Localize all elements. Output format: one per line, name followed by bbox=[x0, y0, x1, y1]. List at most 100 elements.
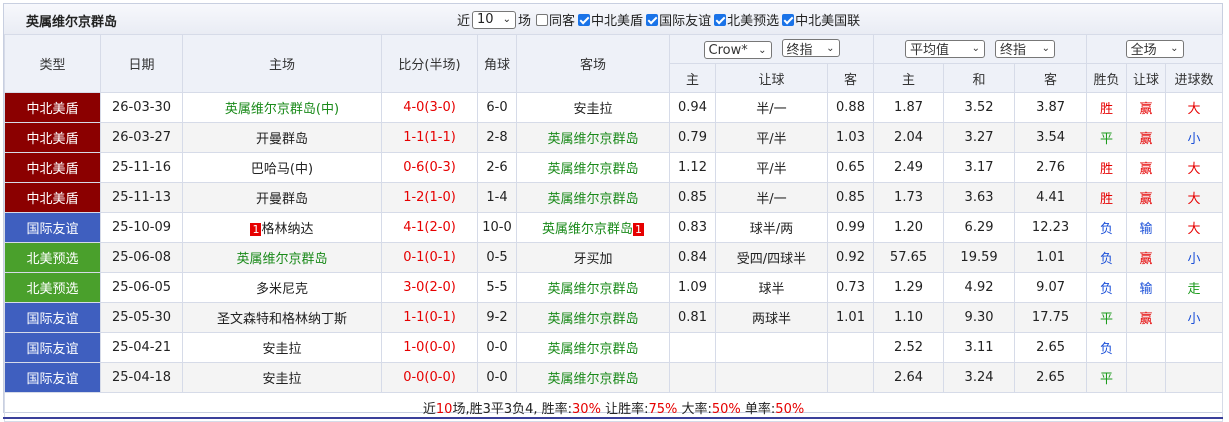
result-cell: 胜 bbox=[1086, 152, 1128, 183]
home-team-cell[interactable]: 英属维尔京群岛 bbox=[182, 242, 382, 273]
home-team-name: 格林纳达 bbox=[261, 222, 314, 237]
euro-draw-odds: 19.59 bbox=[943, 242, 1016, 273]
away-team-cell[interactable]: 英属维尔京群岛 bbox=[516, 302, 670, 333]
league-checkbox-4[interactable] bbox=[782, 13, 795, 26]
away-team-cell[interactable]: 安圭拉 bbox=[516, 92, 670, 123]
away-team-cell[interactable]: 英属维尔京群岛 bbox=[516, 362, 670, 393]
league-checkbox-1[interactable] bbox=[578, 13, 591, 26]
handicap-line: 球半 bbox=[715, 272, 828, 303]
handicap-line: 球半/两 bbox=[715, 212, 828, 243]
sub-h-away: 客 bbox=[826, 63, 875, 93]
league-cell[interactable]: 国际友谊 bbox=[4, 302, 101, 333]
home-team-cell[interactable]: 多米尼克 bbox=[182, 272, 382, 303]
handicap-away-odds: 0.73 bbox=[826, 272, 875, 303]
table-row[interactable]: 中北美盾 26-03-30 英属维尔京群岛(中) 4-0(3-0) 6-0 安圭拉 0.94… bbox=[4, 92, 1224, 123]
league-checkbox-2[interactable] bbox=[646, 13, 659, 26]
away-team-name: 英属维尔京群岛 bbox=[547, 312, 639, 327]
away-team-cell[interactable]: 英属维尔京群岛 bbox=[516, 272, 670, 303]
same-venue-checkbox[interactable] bbox=[536, 13, 549, 26]
home-team-cell[interactable]: 巴哈马(中) bbox=[182, 152, 382, 183]
league-cell[interactable]: 中北美盾 bbox=[4, 122, 101, 153]
league-cell[interactable]: 国际友谊 bbox=[4, 332, 101, 363]
half-score: (0-0) bbox=[424, 340, 456, 355]
table-row[interactable]: 北美预选 25-06-08 英属维尔京群岛 0-1(0-1) 0-5 牙买加 0.84 受四/… bbox=[4, 242, 1224, 273]
team-title: 英属维尔京群岛 bbox=[26, 15, 118, 30]
sub-handicap-result: 让球 bbox=[1126, 63, 1167, 93]
summary-over-label: 大率: bbox=[677, 401, 712, 417]
home-team-name: 开曼群岛 bbox=[255, 192, 308, 207]
away-team-name: 英属维尔京群岛 bbox=[541, 222, 633, 237]
title-bar: 英属维尔京群岛 近 10 ⌄ 场 同客 中北美盾 国际友谊 北美预选 中北美国联 bbox=[4, 4, 1222, 35]
away-team-cell[interactable]: 英属维尔京群岛 bbox=[516, 152, 670, 183]
table-row[interactable]: 中北美盾 26-03-27 开曼群岛 1-1(1-1) 2-8 英属维尔京群岛 0.79 平/… bbox=[4, 122, 1224, 153]
away-team-cell[interactable]: 英属维尔京群岛 bbox=[516, 122, 670, 153]
league-cell[interactable]: 中北美盾 bbox=[4, 152, 101, 183]
half-score: (1-1) bbox=[424, 130, 456, 145]
away-team-cell[interactable]: 英属维尔京群岛 bbox=[516, 332, 670, 363]
league-cell[interactable]: 北美预选 bbox=[4, 242, 101, 273]
result-cell: 负 bbox=[1086, 242, 1128, 273]
scope-select[interactable]: 全场 ⌄ bbox=[1125, 39, 1184, 58]
match-count-select[interactable]: 10 ⌄ bbox=[472, 10, 517, 29]
euro-away-odds: 2.65 bbox=[1014, 362, 1088, 393]
euro-away-odds: 2.76 bbox=[1014, 152, 1088, 183]
table-row[interactable]: 北美预选 25-06-05 多米尼克 3-0(2-0) 5-5 英属维尔京群岛 1.09 球半… bbox=[4, 272, 1224, 303]
table-row[interactable]: 国际友谊 25-04-21 安圭拉 1-0(0-0) 0-0 英属维尔京群岛 2.52 3.1… bbox=[4, 332, 1224, 363]
table-row[interactable]: 国际友谊 25-04-18 安圭拉 0-0(0-0) 0-0 英属维尔京群岛 2.64 3.2… bbox=[4, 362, 1224, 393]
goals-result-cell bbox=[1165, 332, 1224, 363]
handicap-home-odds: 0.85 bbox=[669, 182, 716, 213]
home-team-cell[interactable]: 圣文森特和格林纳丁斯 bbox=[182, 302, 382, 333]
league-label-1: 中北美盾 bbox=[591, 14, 644, 29]
euro-away-odds: 3.87 bbox=[1014, 92, 1088, 123]
result-cell: 平 bbox=[1086, 362, 1128, 393]
home-team-cell[interactable]: 英属维尔京群岛(中) bbox=[182, 92, 382, 123]
league-cell[interactable]: 中北美盾 bbox=[4, 92, 101, 123]
table-row[interactable]: 中北美盾 25-11-16 巴哈马(中) 0-6(0-3) 2-6 英属维尔京群岛 1.12… bbox=[4, 152, 1224, 183]
chevron-down-icon: ⌄ bbox=[1170, 43, 1179, 55]
company-select[interactable]: Crow* ⌄ bbox=[703, 41, 772, 59]
full-score: 1-0 bbox=[403, 340, 425, 355]
home-team-cell[interactable]: 开曼群岛 bbox=[182, 182, 382, 213]
table-row[interactable]: 国际友谊 25-10-09 1 格林纳达 4-1(2-0) 10-0 英属维尔京群岛 1 0.8… bbox=[4, 212, 1224, 243]
home-team-cell[interactable]: 安圭拉 bbox=[182, 332, 382, 363]
handicap-away-odds: 0.85 bbox=[826, 182, 875, 213]
score-cell: 1-1(1-1) bbox=[381, 122, 478, 153]
average-value: 平均值 bbox=[910, 43, 950, 59]
home-team-cell[interactable]: 1 格林纳达 bbox=[182, 212, 382, 243]
league-checkbox-3[interactable] bbox=[714, 13, 727, 26]
handicap-line bbox=[715, 362, 828, 393]
handicap-mode-select[interactable]: 终指 ⌄ bbox=[781, 39, 840, 58]
away-team-cell[interactable]: 英属维尔京群岛 1 bbox=[516, 212, 670, 243]
score-cell: 0-1(0-1) bbox=[381, 242, 478, 273]
full-score: 3-0 bbox=[403, 280, 425, 295]
league-cell[interactable]: 国际友谊 bbox=[4, 212, 101, 243]
euro-draw-odds: 4.92 bbox=[943, 272, 1016, 303]
table-row[interactable]: 中北美盾 25-11-13 开曼群岛 1-2(1-0) 1-4 英属维尔京群岛 0.85 半/… bbox=[4, 182, 1224, 213]
away-team-cell[interactable]: 牙买加 bbox=[516, 242, 670, 273]
sub-result: 胜负 bbox=[1086, 63, 1128, 93]
handicap-away-odds: 1.03 bbox=[826, 122, 875, 153]
home-team-name: 开曼群岛 bbox=[255, 132, 308, 147]
half-score: (0-1) bbox=[424, 250, 456, 265]
date-cell: 25-11-13 bbox=[100, 182, 183, 213]
match-count-value: 10 bbox=[477, 12, 494, 27]
league-cell[interactable]: 中北美盾 bbox=[4, 182, 101, 213]
home-team-cell[interactable]: 开曼群岛 bbox=[182, 122, 382, 153]
table-row[interactable]: 国际友谊 25-05-30 圣文森特和格林纳丁斯 1-1(0-1) 9-2 英属维尔京群岛… bbox=[4, 302, 1224, 333]
home-team-cell[interactable]: 安圭拉 bbox=[182, 362, 382, 393]
full-score: 4-0 bbox=[403, 100, 425, 115]
euro-mode-select[interactable]: 终指 ⌄ bbox=[995, 39, 1056, 58]
away-team-name: 安圭拉 bbox=[573, 102, 613, 117]
average-select[interactable]: 平均值 ⌄ bbox=[905, 39, 986, 59]
result-header: 全场 ⌄ bbox=[1086, 34, 1224, 64]
league-cell[interactable]: 北美预选 bbox=[4, 272, 101, 303]
col-away: 客场 bbox=[516, 34, 670, 93]
euro-odds-header: 平均值 ⌄ 终指 ⌄ bbox=[873, 34, 1088, 64]
euro-away-odds: 4.41 bbox=[1014, 182, 1088, 213]
chevron-down-icon: ⌄ bbox=[502, 14, 512, 25]
league-cell[interactable]: 国际友谊 bbox=[4, 362, 101, 393]
handicap-home-odds: 0.83 bbox=[669, 212, 716, 243]
result-cell: 平 bbox=[1086, 302, 1128, 333]
away-team-cell[interactable]: 英属维尔京群岛 bbox=[516, 182, 670, 213]
summary-odd-label: 单率: bbox=[740, 401, 776, 417]
